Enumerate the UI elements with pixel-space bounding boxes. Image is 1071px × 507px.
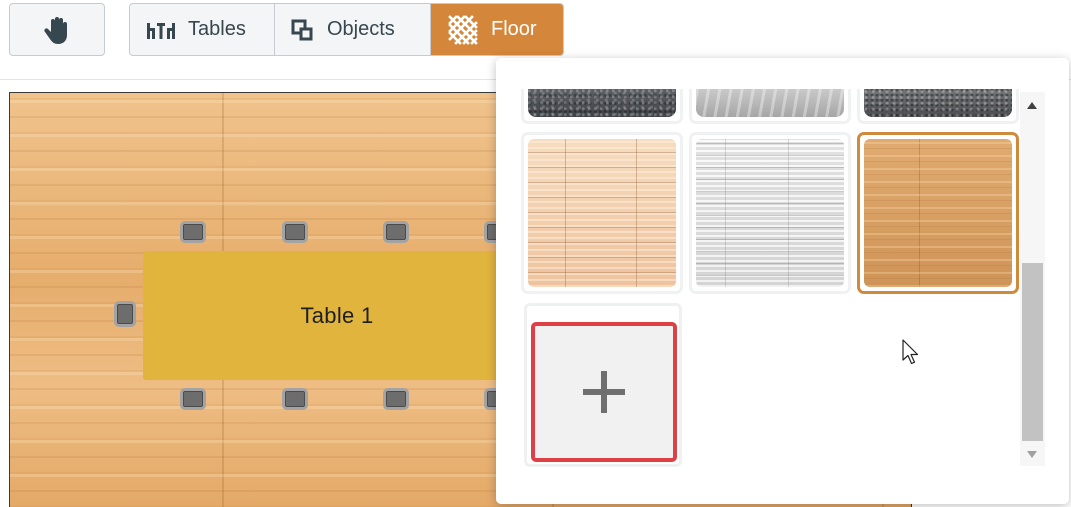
- floor-texture-option[interactable]: [521, 89, 683, 124]
- dark-speckled-stone-texture: [528, 89, 676, 117]
- mode-switcher: Tables Objects Floor: [129, 3, 564, 56]
- light-maple-planks-texture: [528, 139, 676, 287]
- chair[interactable]: [180, 221, 206, 243]
- chair[interactable]: [383, 388, 409, 410]
- tab-objects[interactable]: Objects: [275, 4, 431, 55]
- floor-icon: [448, 14, 478, 45]
- chair[interactable]: [180, 388, 206, 410]
- mouse-cursor-icon: [902, 339, 919, 365]
- chair[interactable]: [282, 221, 308, 243]
- silver-brushed-metal-texture: [696, 89, 844, 117]
- dining-table[interactable]: Table 1: [143, 251, 543, 380]
- tab-objects-label: Objects: [327, 18, 395, 40]
- chair[interactable]: [383, 221, 409, 243]
- tab-tables-label: Tables: [188, 18, 246, 40]
- hand-icon: [44, 16, 67, 44]
- scroll-up-arrow-icon[interactable]: [1027, 102, 1037, 109]
- add-texture-button[interactable]: [531, 322, 677, 462]
- tab-tables[interactable]: Tables: [130, 4, 275, 55]
- tab-floor[interactable]: Floor: [431, 4, 563, 55]
- floor-texture-option[interactable]: [689, 89, 851, 124]
- pan-tool-button[interactable]: [9, 3, 105, 56]
- add-texture-tile[interactable]: [524, 303, 682, 467]
- floor-texture-option[interactable]: [857, 89, 1019, 124]
- plus-icon: [583, 371, 625, 413]
- whitewashed-wood-planks-texture: [696, 139, 844, 287]
- objects-icon: [291, 19, 313, 40]
- floor-texture-option[interactable]: [689, 132, 851, 294]
- scroll-down-arrow-icon[interactable]: [1027, 451, 1037, 458]
- tables-icon: [147, 22, 175, 39]
- floor-texture-option-selected[interactable]: [857, 132, 1019, 294]
- picker-scrollbar[interactable]: [1020, 92, 1045, 466]
- chair[interactable]: [114, 301, 136, 327]
- bamboo-wood-texture: [864, 139, 1012, 287]
- table-label: Table 1: [300, 302, 374, 328]
- tab-floor-label: Floor: [491, 18, 537, 40]
- chair[interactable]: [282, 388, 308, 410]
- floor-texture-option[interactable]: [521, 132, 683, 294]
- dark-granite-texture: [864, 89, 1012, 117]
- scrollbar-thumb[interactable]: [1022, 263, 1043, 441]
